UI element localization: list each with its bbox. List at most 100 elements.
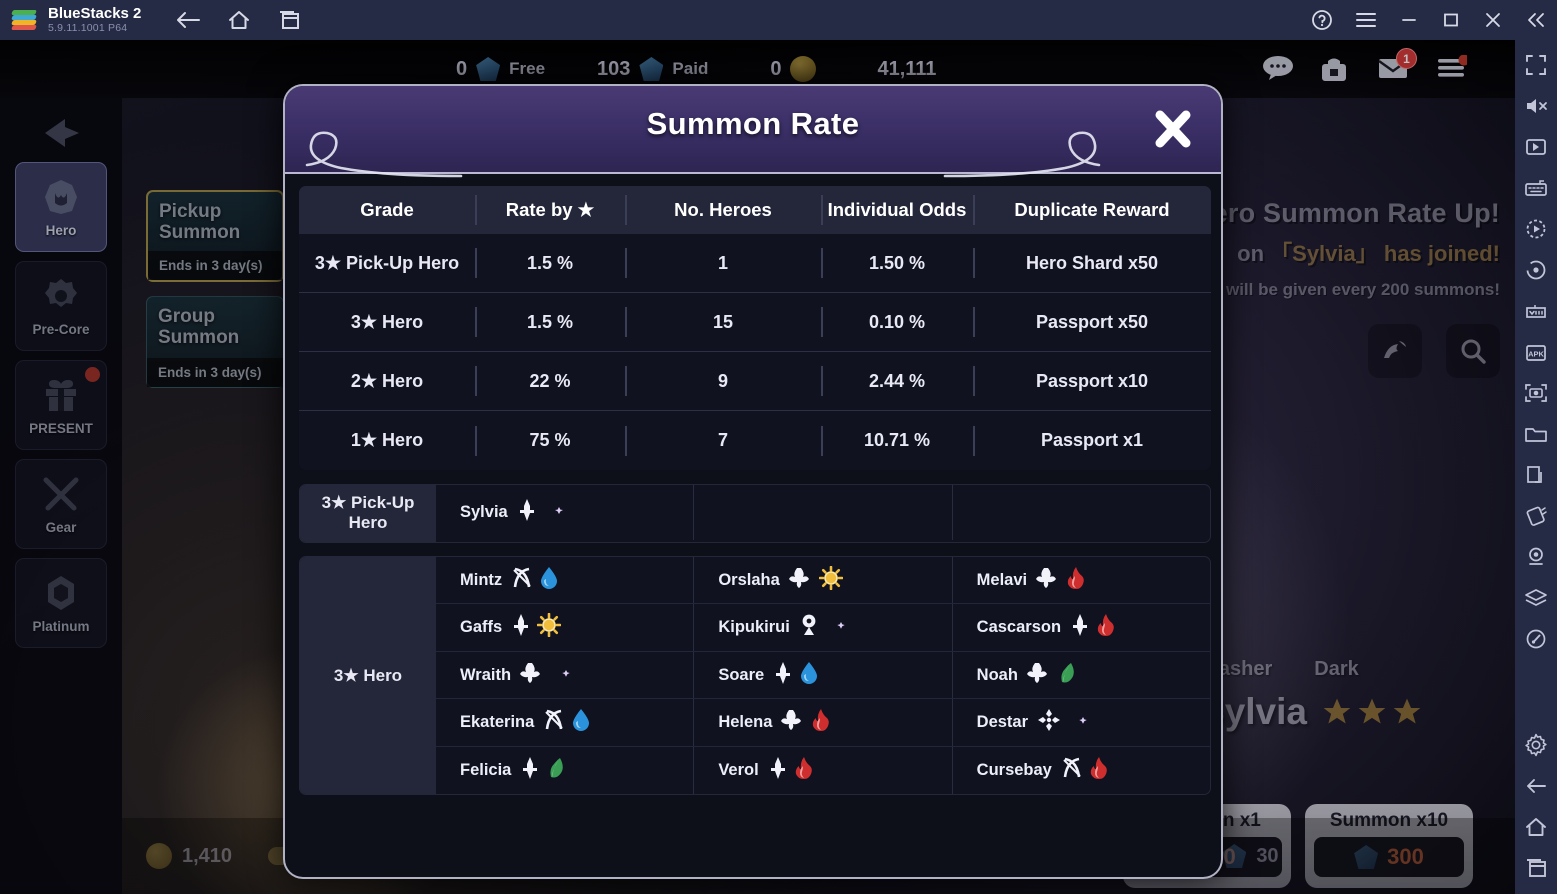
- game-menu-icon[interactable]: [1435, 54, 1470, 83]
- helmet-icon: [40, 176, 82, 218]
- multi-instance-manager-icon[interactable]: [1521, 460, 1551, 490]
- hero-cell[interactable]: Melavi: [951, 556, 1210, 604]
- dialog-title: Summon Rate: [646, 106, 860, 141]
- maximize-icon[interactable]: [1441, 11, 1461, 29]
- pickup-hero-section: 3★ Pick-Up Hero Sylvia: [299, 484, 1211, 543]
- currency-group: 0 Free 103 Paid 0 41,111: [456, 56, 936, 82]
- chat-icon[interactable]: [1261, 55, 1295, 83]
- tab-group-summon[interactable]: Group Summon Ends in 3 day(s): [146, 296, 284, 388]
- hero-icons: [520, 661, 574, 690]
- media-folder-icon[interactable]: [1521, 419, 1551, 449]
- bottom-gold: 1,410: [146, 843, 232, 869]
- fire-flame-icon: [794, 756, 814, 785]
- hamburger-menu-icon[interactable]: [1355, 11, 1377, 29]
- hero-cell[interactable]: Felicia: [436, 747, 693, 795]
- water-drop-icon: [539, 566, 559, 595]
- rotate-icon[interactable]: [1521, 255, 1551, 285]
- android-back-icon[interactable]: [1521, 771, 1551, 801]
- hero-cell[interactable]: Wraith: [436, 652, 693, 699]
- cell-rate: 1.5 %: [475, 253, 625, 274]
- hero-cell[interactable]: Soare: [693, 651, 951, 699]
- tilt-icon[interactable]: [1521, 501, 1551, 531]
- pointer-icon[interactable]: [1521, 132, 1551, 162]
- character-element: Dark: [1314, 657, 1359, 680]
- android-home-icon[interactable]: [1521, 812, 1551, 842]
- table-row: 1★ Hero 75 % 7 10.71 % Passport x1: [299, 411, 1211, 470]
- header-individual-odds: Individual Odds: [821, 199, 973, 221]
- hero-name: Soare: [718, 665, 765, 684]
- hero-cell[interactable]: Destar: [951, 699, 1210, 746]
- mute-icon[interactable]: [1521, 91, 1551, 121]
- hero-cell[interactable]: Cascarson: [951, 604, 1210, 651]
- gyroscope-icon[interactable]: [1521, 624, 1551, 654]
- hero-icons: [1070, 613, 1116, 642]
- three-star-hero-section: 3★ Hero Mintz Orslaha Melavi Gaffs Kipukirui…: [299, 555, 1211, 796]
- gold-currency[interactable]: 0 41,111: [770, 56, 936, 82]
- titlebar-nav-buttons: [175, 9, 301, 31]
- macro-icon[interactable]: [1521, 296, 1551, 326]
- hero-cell[interactable]: Cursebay: [951, 746, 1210, 795]
- hero-cell[interactable]: Helena: [693, 699, 951, 746]
- sidebar-item-present[interactable]: PRESENT: [15, 360, 107, 450]
- sidebar-item-platinum[interactable]: Platinum: [15, 558, 107, 648]
- screen-root: 0 Free 103 Paid 0 41,111 1 Hero Pre-Core…: [0, 0, 1557, 894]
- slasher-sword-icon: [511, 613, 531, 642]
- multi-instance-icon[interactable]: [277, 9, 301, 31]
- game-controls-icon[interactable]: [1521, 214, 1551, 244]
- fullscreen-icon[interactable]: [1521, 50, 1551, 80]
- hero-icons: [1026, 661, 1077, 690]
- hero-icons: [1037, 708, 1091, 737]
- home-icon[interactable]: [227, 9, 251, 31]
- header-rate: Rate by ★: [475, 199, 625, 221]
- hero-cell[interactable]: Kipukirui: [693, 604, 951, 651]
- banner-sub-suffix: has joined!: [1383, 241, 1500, 266]
- sidebar-item-pre-core[interactable]: Pre-Core: [15, 261, 107, 351]
- hero-icons: [511, 566, 559, 595]
- close-icon[interactable]: [1145, 102, 1199, 156]
- hero-cell[interactable]: Gaffs: [436, 604, 693, 651]
- android-recents-icon[interactable]: [1521, 853, 1551, 883]
- minimize-icon[interactable]: [1399, 11, 1419, 29]
- layers-icon[interactable]: [1521, 583, 1551, 613]
- slasher-sword-icon: [768, 756, 788, 785]
- free-currency[interactable]: 0 Free: [456, 57, 545, 81]
- hero-name: Destar: [976, 713, 1029, 732]
- install-apk-icon[interactable]: APK: [1521, 337, 1551, 367]
- cell-rate: 22 %: [475, 371, 625, 392]
- sidebar-item-gear[interactable]: Gear: [15, 459, 107, 549]
- game-back-button[interactable]: [31, 110, 91, 156]
- hero-cell[interactable]: Orslaha: [693, 556, 951, 604]
- hero-detail-icon[interactable]: [1368, 324, 1422, 378]
- screenshot-icon[interactable]: [1521, 378, 1551, 408]
- collapse-chevrons-icon[interactable]: [1525, 11, 1547, 29]
- hero-cell[interactable]: Noah: [951, 651, 1210, 699]
- hero-cell[interactable]: Verol: [693, 746, 951, 795]
- settings-gear-icon[interactable]: [1521, 730, 1551, 760]
- hero-icons: [1036, 566, 1086, 595]
- banner-sub-prefix: on: [1237, 241, 1265, 266]
- close-icon[interactable]: [1483, 11, 1503, 29]
- back-arrow-icon[interactable]: [175, 10, 201, 30]
- camera-icon[interactable]: [1521, 542, 1551, 572]
- hero-icons: [520, 756, 566, 785]
- list-item[interactable]: Sylvia: [436, 485, 693, 540]
- mail-icon[interactable]: 1: [1377, 48, 1417, 83]
- cell-no-heroes: 1: [625, 253, 821, 274]
- help-icon[interactable]: [1311, 9, 1333, 31]
- hero-name: Gaffs: [460, 618, 503, 637]
- dark-moon-icon: [1067, 708, 1091, 737]
- tab-pickup-summon[interactable]: Pickup Summon Ends in 3 day(s): [146, 190, 284, 282]
- keyboard-icon[interactable]: [1521, 173, 1551, 203]
- paid-value: 0: [770, 57, 782, 80]
- hero-name: Noah: [976, 665, 1018, 684]
- paid-currency[interactable]: 103 Paid: [597, 57, 708, 81]
- hero-cell[interactable]: Ekaterina: [436, 699, 693, 746]
- backpack-icon[interactable]: [1319, 55, 1353, 83]
- table-header-row: Grade Rate by ★ No. Heroes Individual Od…: [299, 186, 1211, 234]
- sidebar-item-hero[interactable]: Hero: [15, 162, 107, 252]
- cell-reward: Passport x50: [973, 312, 1211, 333]
- hero-cell[interactable]: Mintz: [436, 557, 693, 604]
- cell-reward: Passport x1: [973, 430, 1211, 451]
- search-icon[interactable]: [1446, 324, 1500, 378]
- bluestacks-right-toolbar: APK: [1515, 40, 1557, 894]
